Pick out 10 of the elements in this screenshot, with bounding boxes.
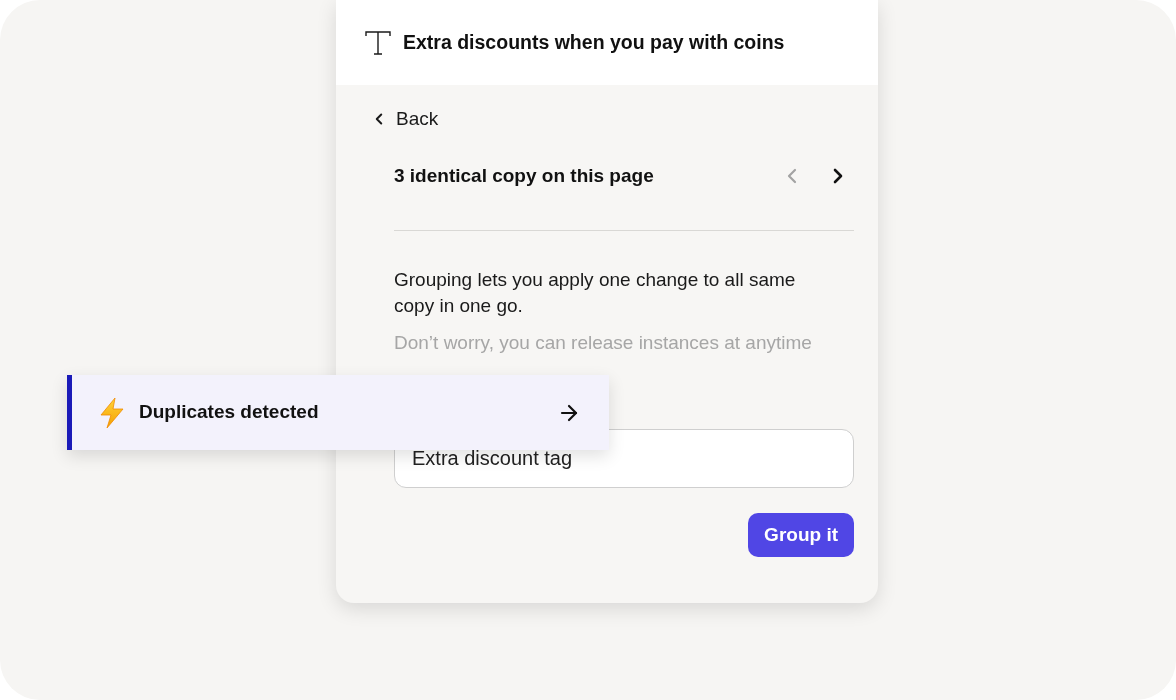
- back-link[interactable]: Back: [370, 105, 439, 133]
- lightning-bolt-icon: [100, 397, 124, 428]
- duplicates-count-title: 3 identical copy on this page: [394, 163, 654, 188]
- note-text: Don’t worry, you can release instances at anytime: [394, 331, 813, 355]
- header-title: Extra discounts when you pay with coins: [403, 29, 785, 55]
- duplicates-toast[interactable]: Duplicates detected: [67, 375, 609, 450]
- group-button[interactable]: Group it: [748, 513, 854, 557]
- toast-title: Duplicates detected: [139, 400, 319, 425]
- text-type-icon: [365, 30, 391, 55]
- description-text: Grouping lets you apply one change to all same copy in one go.: [394, 268, 797, 318]
